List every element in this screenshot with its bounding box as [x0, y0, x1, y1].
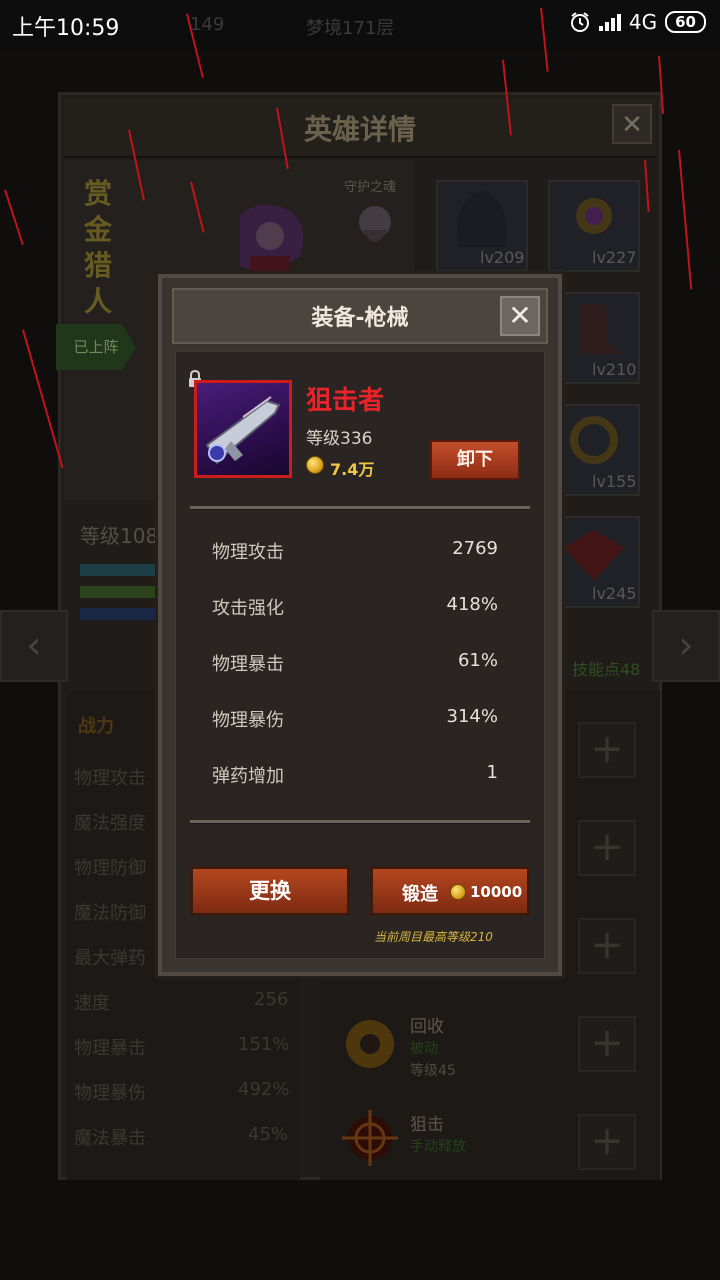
item-stat-value: 1 [486, 762, 498, 783]
item-stat-label: 攻击强化 [212, 598, 284, 619]
forge-label: 锻造 [402, 884, 438, 905]
forge-cost: 10000 [470, 883, 523, 901]
signal-icon [598, 13, 621, 31]
network-type: 4G [628, 10, 658, 34]
battery-indicator: 60 [665, 11, 706, 33]
item-stat-label: 物理暴伤 [212, 710, 284, 731]
item-stat-label: 物理暴击 [212, 654, 284, 675]
status-time: 上午10:59 [12, 16, 120, 41]
status-bar: 上午10:59 149 梦境171层 4G 60 [0, 0, 720, 50]
item-stat-label: 弹药增加 [212, 766, 284, 787]
item-stat-value: 314% [446, 706, 498, 727]
item-stat-value: 61% [457, 650, 498, 671]
sniper-rifle-icon [205, 396, 281, 465]
item-stat-value: 418% [446, 594, 498, 615]
divider [190, 506, 530, 510]
alarm-icon [570, 12, 589, 32]
status-icons: 4G 60 [569, 10, 706, 34]
item-icon-frame[interactable] [194, 380, 292, 478]
item-level: 等级336 [306, 429, 373, 449]
modal-title: 装备-枪械 [311, 306, 409, 331]
status-bg-floor: 梦境171层 [306, 18, 395, 39]
item-name: 狙击者 [306, 386, 385, 416]
max-level-note: 当前周目最高等级210 [374, 930, 493, 944]
status-bg-counter: 149 [190, 14, 225, 35]
item-stat-value: 2769 [452, 538, 498, 559]
gold-coin-icon [306, 456, 324, 474]
modal-close-button[interactable]: ✕ [500, 296, 540, 336]
item-price: 7.4万 [330, 460, 375, 479]
item-stat-label: 物理攻击 [212, 542, 284, 563]
replace-button[interactable]: 更换 [190, 866, 350, 916]
divider [190, 820, 530, 824]
gold-coin-icon [450, 884, 466, 900]
unequip-button[interactable]: 卸下 [430, 440, 520, 480]
